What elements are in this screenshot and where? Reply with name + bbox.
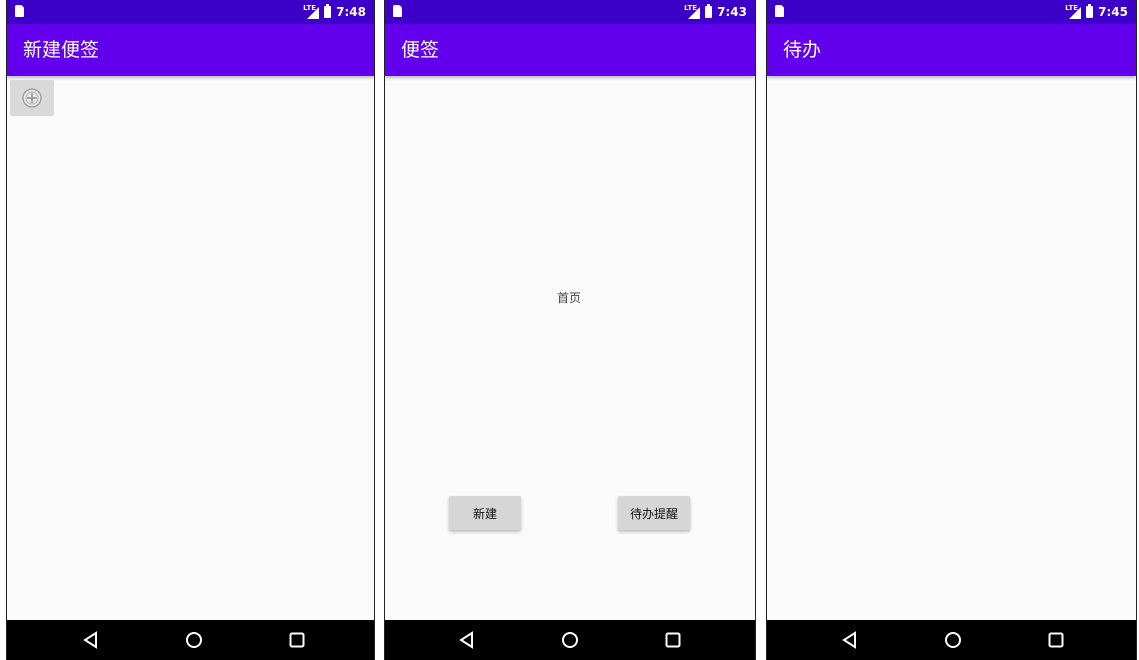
navigation-bar bbox=[7, 620, 374, 660]
phone-screen-new-note: LTE 7:48 新建便签 bbox=[6, 0, 375, 660]
navigation-bar bbox=[385, 620, 755, 660]
sd-card-icon bbox=[15, 5, 24, 17]
back-triangle-icon[interactable] bbox=[457, 630, 477, 650]
add-note-button[interactable] bbox=[10, 80, 54, 116]
home-circle-icon[interactable] bbox=[560, 630, 580, 650]
back-triangle-icon[interactable] bbox=[840, 630, 860, 650]
recents-square-icon[interactable] bbox=[1046, 630, 1066, 650]
home-label: 首页 bbox=[557, 291, 582, 305]
battery-icon bbox=[1086, 4, 1094, 18]
recents-square-icon[interactable] bbox=[287, 630, 307, 650]
lte-signal-icon: LTE bbox=[303, 4, 320, 19]
sd-card-icon bbox=[775, 5, 784, 17]
new-note-button[interactable]: 新建 bbox=[449, 496, 521, 530]
status-right: LTE 7:43 bbox=[684, 3, 747, 21]
todo-reminder-button[interactable]: 待办提醒 bbox=[618, 496, 690, 530]
phone-screen-notes-home: LTE 7:43 便签 首页 新建 待办提醒 bbox=[384, 0, 756, 660]
status-time: 7:45 bbox=[1098, 5, 1128, 19]
lte-signal-icon: LTE bbox=[684, 4, 701, 19]
navigation-bar bbox=[767, 620, 1136, 660]
home-circle-icon[interactable] bbox=[943, 630, 963, 650]
status-time: 7:48 bbox=[336, 5, 366, 19]
sd-card-icon bbox=[393, 5, 402, 17]
status-bar: LTE 7:43 bbox=[385, 0, 755, 24]
status-bar: LTE 7:45 bbox=[767, 0, 1136, 24]
add-circle-icon bbox=[22, 88, 42, 108]
status-right: LTE 7:45 bbox=[1065, 3, 1128, 21]
battery-icon bbox=[705, 4, 713, 18]
app-bar-title: 新建便签 bbox=[7, 24, 374, 76]
home-circle-icon[interactable] bbox=[184, 630, 204, 650]
app-bar-title: 便签 bbox=[385, 24, 755, 76]
battery-icon bbox=[324, 4, 332, 18]
status-bar: LTE 7:48 bbox=[7, 0, 374, 24]
lte-signal-icon: LTE bbox=[1065, 4, 1082, 19]
app-bar-title: 待办 bbox=[767, 24, 1136, 76]
phone-screen-todo: LTE 7:45 待办 bbox=[766, 0, 1137, 660]
status-right: LTE 7:48 bbox=[303, 3, 366, 21]
back-triangle-icon[interactable] bbox=[81, 630, 101, 650]
status-time: 7:43 bbox=[717, 5, 747, 19]
recents-square-icon[interactable] bbox=[663, 630, 683, 650]
